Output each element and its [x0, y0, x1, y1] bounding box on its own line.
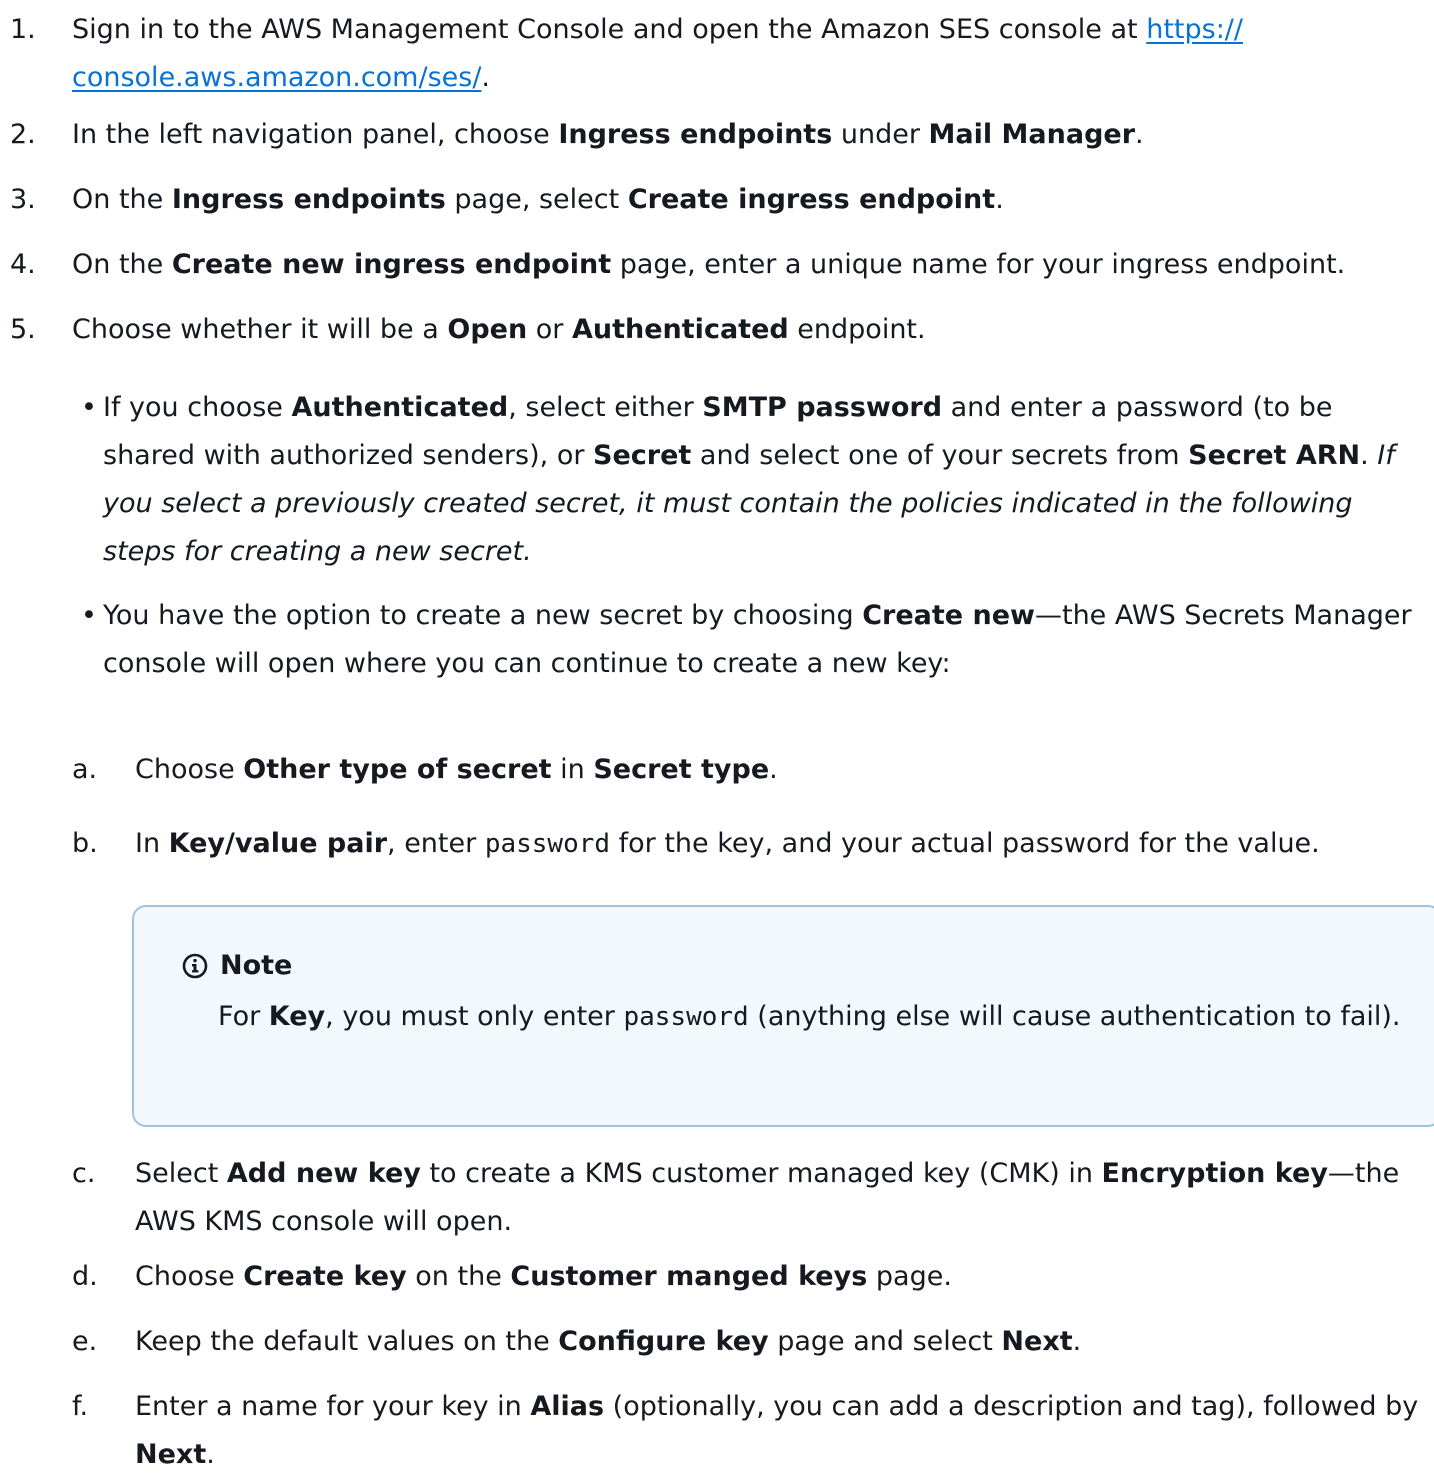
bold-term: Secret type	[593, 754, 770, 785]
bold-term: Secret ARN	[1188, 440, 1361, 471]
bold-term: Create new ingress endpoint	[171, 249, 612, 280]
text-run: On the	[72, 184, 172, 215]
info-icon	[182, 953, 208, 979]
text-run: Choose	[135, 1261, 244, 1292]
step-number: 4.	[10, 249, 36, 280]
substep-letter: c.	[72, 1158, 96, 1189]
step-text: On the Create new ingress endpoint page,…	[72, 241, 1424, 289]
note-body: For Key, you must only enter password (a…	[218, 993, 1420, 1041]
text-run: .	[206, 1439, 215, 1470]
bold-term: Mail Manager	[928, 119, 1136, 150]
bold-term: Next	[1001, 1326, 1073, 1357]
text-run: console.aws.amazon.com/ses/	[72, 62, 482, 93]
text-run: Choose whether it will be a	[72, 314, 448, 345]
note-callout: Note For Key, you must only enter passwo…	[132, 905, 1434, 1127]
substep-text: Keep the default values on the Configure…	[135, 1318, 1428, 1366]
bold-term: Add new key	[226, 1158, 421, 1189]
text-run: page and select	[768, 1326, 1002, 1357]
bold-term: Authenticated	[291, 392, 509, 423]
substep-letter: b.	[72, 828, 98, 859]
bold-term: Other type of secret	[243, 754, 552, 785]
text-run: .	[1072, 1326, 1082, 1357]
text-run: Sign in to the AWS Management Console an…	[72, 14, 1147, 45]
text-run: .	[1360, 440, 1378, 471]
bold-term: SMTP password	[702, 392, 943, 423]
bullet-authenticated: • If you choose Authenticated, select ei…	[81, 384, 1428, 576]
step-text: Choose whether it will be a Open or Auth…	[72, 306, 1424, 354]
bold-term: Alias	[530, 1391, 605, 1422]
text-run: .	[1135, 119, 1144, 150]
text-run: under	[832, 119, 929, 150]
text-run: On the	[72, 249, 172, 280]
code-literal: password	[623, 1002, 749, 1032]
text-run: endpoint.	[788, 314, 926, 345]
step-text: Sign in to the AWS Management Console an…	[72, 6, 1424, 102]
bold-term: Key/value pair	[168, 828, 388, 859]
text-run: For	[218, 1001, 269, 1032]
substep-text: Enter a name for your key in Alias (opti…	[135, 1383, 1428, 1479]
step-text: In the left navigation panel, choose Ing…	[72, 111, 1424, 159]
text-run: (optionally, you can add a description a…	[604, 1391, 1419, 1422]
text-run: to create a KMS customer managed key (CM…	[420, 1158, 1102, 1189]
substep-letter: a.	[72, 754, 98, 785]
text-run: You have the option to create a new secr…	[103, 600, 863, 631]
text-run: If you choose	[103, 392, 292, 423]
text-run: on the	[406, 1261, 511, 1292]
code-literal: password	[484, 829, 611, 859]
bold-term: Encryption key	[1101, 1158, 1328, 1189]
bold-term: Create key	[243, 1261, 407, 1292]
substep-text: Choose Other type of secret in Secret ty…	[135, 746, 1428, 794]
substep-letter: f.	[72, 1391, 89, 1422]
step-number: 3.	[10, 184, 36, 215]
bold-term: Ingress endpoints	[558, 119, 833, 150]
bold-term: Create ingress endpoint	[627, 184, 996, 215]
step-number: 1.	[10, 14, 36, 45]
text-run: (anything else will cause authentication…	[748, 1001, 1401, 1032]
text-run: Select	[135, 1158, 227, 1189]
bold-term: Ingress endpoints	[171, 184, 446, 215]
text-run: , you must only enter	[325, 1001, 624, 1032]
bold-term: Open	[447, 314, 528, 345]
bullet-create-new: • You have the option to create a new se…	[81, 592, 1428, 688]
bold-term: Authenticated	[572, 314, 789, 345]
text-run: In	[135, 828, 169, 859]
text-run: for the key, and your actual password fo…	[610, 828, 1320, 859]
text-run: In the left navigation panel, choose	[72, 119, 559, 150]
text-run: .	[481, 62, 491, 93]
substep-text: Select Add new key to create a KMS custo…	[135, 1150, 1428, 1246]
text-run: in	[551, 754, 594, 785]
step-number: 2.	[10, 119, 36, 150]
note-title: Note	[220, 950, 293, 981]
text-run: or	[527, 314, 572, 345]
text-run: and select one of your secrets from	[691, 440, 1189, 471]
step-text: On the Ingress endpoints page, select Cr…	[72, 176, 1424, 224]
substep-letter: e.	[72, 1326, 98, 1357]
bold-term: Customer manged keys	[510, 1261, 868, 1292]
bold-term: Key	[268, 1001, 326, 1032]
text-run: , enter	[387, 828, 485, 859]
step-number: 5.	[10, 314, 36, 345]
substep-letter: d.	[72, 1261, 98, 1292]
text-run: Choose	[135, 754, 244, 785]
text-run: page, enter a unique name for your ingre…	[611, 249, 1346, 280]
text-run: Enter a name for your key in	[135, 1391, 531, 1422]
bold-term: Secret	[593, 440, 692, 471]
substep-text: In Key/value pair, enter password for th…	[135, 820, 1428, 868]
text-run: page.	[867, 1261, 952, 1292]
bold-term: Create new	[862, 600, 1035, 631]
bold-term: Configure key	[558, 1326, 769, 1357]
text-run: .	[995, 184, 1004, 215]
text-run: , select either	[508, 392, 703, 423]
bullet-dot: •	[81, 600, 97, 631]
text-run: https://	[1146, 14, 1243, 45]
bold-term: Next	[135, 1439, 207, 1470]
text-run: Keep the default values on the	[135, 1326, 559, 1357]
text-run: page, select	[445, 184, 628, 215]
text-run: .	[769, 754, 778, 785]
bullet-dot: •	[81, 392, 97, 423]
substep-text: Choose Create key on the Customer manged…	[135, 1253, 1428, 1301]
